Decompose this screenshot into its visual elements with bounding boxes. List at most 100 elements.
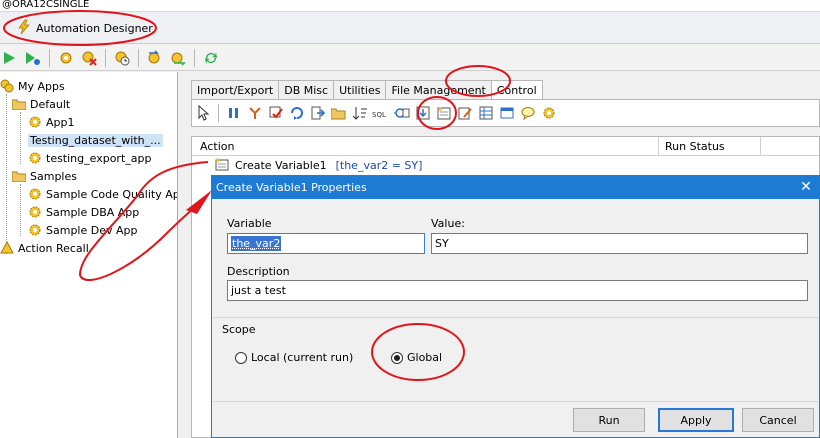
pointer-icon[interactable]	[194, 103, 213, 123]
tree-item-testing-dataset[interactable]: Testing_dataset_with_...	[28, 131, 163, 149]
toolbar-separator	[49, 48, 50, 67]
lightning-icon	[16, 19, 32, 38]
value-field[interactable]: SY	[431, 233, 808, 254]
control-toolbar: SQL	[191, 99, 820, 127]
create-variable-icon	[214, 156, 230, 174]
tree-item-sample-dev[interactable]: Sample Dev App	[28, 221, 137, 239]
import-icon[interactable]	[145, 48, 165, 68]
cancel-button[interactable]: Cancel	[742, 408, 814, 432]
folder-icon	[12, 169, 26, 183]
value-label: Value:	[431, 217, 465, 230]
app-gear-icon	[28, 151, 42, 165]
scope-global-label: Global	[407, 351, 443, 364]
apply-button[interactable]: Apply	[658, 408, 734, 432]
loop-icon[interactable]	[287, 103, 306, 123]
gear-icon[interactable]	[539, 103, 558, 123]
sql-icon[interactable]: SQL	[371, 103, 390, 123]
tree-item-label: Sample Code Quality App	[46, 187, 178, 201]
tree-item-default[interactable]: Default	[12, 95, 70, 113]
tree-item-label: Action Recall	[18, 241, 89, 255]
tree-item-label: Testing_dataset_with_...	[28, 133, 163, 147]
tab-db-misc[interactable]: DB Misc	[278, 80, 335, 99]
toolbar-separator	[138, 48, 139, 67]
toolbar-separator	[105, 48, 106, 67]
branch-icon[interactable]	[245, 103, 264, 123]
table-row[interactable]: Create Variable1 [the_var2 = SY]	[214, 156, 422, 174]
action-params: [the_var2 = SY]	[335, 158, 423, 172]
tree-item-samples[interactable]: Samples	[12, 167, 77, 185]
tree-item-app1[interactable]: App1	[28, 113, 75, 131]
tab-import-export[interactable]: Import/Export	[191, 80, 280, 99]
edit-variable-icon[interactable]	[455, 103, 474, 123]
pause-icon[interactable]	[224, 103, 243, 123]
tree-item-label: Default	[30, 97, 71, 111]
folder-open-icon[interactable]	[329, 103, 348, 123]
app-gear-icon	[28, 205, 42, 219]
run-step-icon[interactable]	[23, 48, 43, 68]
run-icon[interactable]	[0, 48, 20, 68]
column-divider	[658, 137, 659, 156]
action-name: Create Variable1	[235, 158, 327, 172]
tab-control[interactable]: Control	[490, 80, 543, 100]
scope-section: Scope Local (current run) Global	[213, 317, 818, 402]
tree-item-testing-export[interactable]: testing_export_app	[28, 149, 151, 167]
export-icon[interactable]	[168, 48, 188, 68]
tree-connector	[6, 94, 7, 254]
designer-bar: Automation Designer	[0, 12, 820, 44]
app-gear-icon	[28, 187, 42, 201]
tree-item-action-recall[interactable]: Action Recall	[0, 239, 89, 257]
scope-label: Scope	[222, 323, 256, 336]
tab-file-management[interactable]: File Management	[385, 80, 492, 99]
description-field[interactable]: just a test	[227, 280, 808, 301]
compare-icon[interactable]	[392, 103, 411, 123]
sort-icon[interactable]	[350, 103, 369, 123]
tree-item-sample-dba[interactable]: Sample DBA App	[28, 203, 139, 221]
tree-item-sample-code-quality[interactable]: Sample Code Quality App	[28, 185, 178, 203]
tree-item-label: testing_export_app	[46, 151, 152, 165]
scope-local-label: Local (current run)	[251, 351, 354, 364]
tree-item-label: Sample DBA App	[46, 205, 140, 219]
delete-app-icon[interactable]	[79, 48, 99, 68]
set-status-icon[interactable]	[266, 103, 285, 123]
toolbar-separator	[218, 104, 219, 122]
radio-unselected-icon	[235, 351, 247, 364]
column-action[interactable]: Action	[200, 140, 234, 153]
create-variable-icon[interactable]	[434, 103, 453, 123]
tree-connector	[20, 184, 21, 236]
automation-designer-tab[interactable]: Automation Designer	[10, 16, 159, 40]
scope-global-radio[interactable]: Global	[391, 351, 442, 364]
close-icon[interactable]: ✕	[795, 177, 817, 197]
exit-icon[interactable]	[308, 103, 327, 123]
import-data-icon[interactable]	[413, 103, 432, 123]
tree-item-label: My Apps	[18, 79, 65, 93]
new-app-icon[interactable]	[56, 48, 76, 68]
tab-utilities[interactable]: Utilities	[333, 80, 387, 99]
window-title: @ORA12CSINGLE	[0, 0, 820, 12]
description-label: Description	[227, 265, 290, 278]
window-icon[interactable]	[497, 103, 516, 123]
action-tabs: Import/Export DB Misc Utilities File Man…	[191, 80, 543, 100]
variable-field[interactable]: the_var2	[227, 233, 425, 254]
radio-selected-icon	[391, 351, 403, 364]
tree-connector	[20, 112, 21, 164]
comment-icon[interactable]	[518, 103, 537, 123]
app-gear-icon	[28, 115, 42, 129]
dialog-title: Create Variable1 Properties	[212, 176, 819, 199]
schedule-icon[interactable]	[112, 48, 132, 68]
svg-text:SQL: SQL	[372, 111, 386, 119]
tree-item-label: Sample Dev App	[46, 223, 138, 237]
scope-local-radio[interactable]: Local (current run)	[235, 351, 353, 364]
run-button[interactable]: Run	[573, 408, 645, 432]
toolbar-separator	[194, 48, 195, 67]
tree-item-my-apps[interactable]: My Apps	[0, 77, 65, 95]
app-tree: My Apps Default App1 Testing_dataset_wit…	[0, 72, 178, 438]
excel-icon[interactable]	[476, 103, 495, 123]
variable-label: Variable	[227, 217, 272, 230]
column-run-status[interactable]: Run Status	[665, 140, 725, 153]
refresh-icon[interactable]	[201, 48, 221, 68]
app-gear-icon	[28, 223, 42, 237]
tree-item-label: Samples	[30, 169, 77, 183]
action-recall-icon	[0, 241, 14, 255]
main-toolbar	[0, 45, 820, 71]
tree-item-label: App1	[46, 115, 75, 129]
